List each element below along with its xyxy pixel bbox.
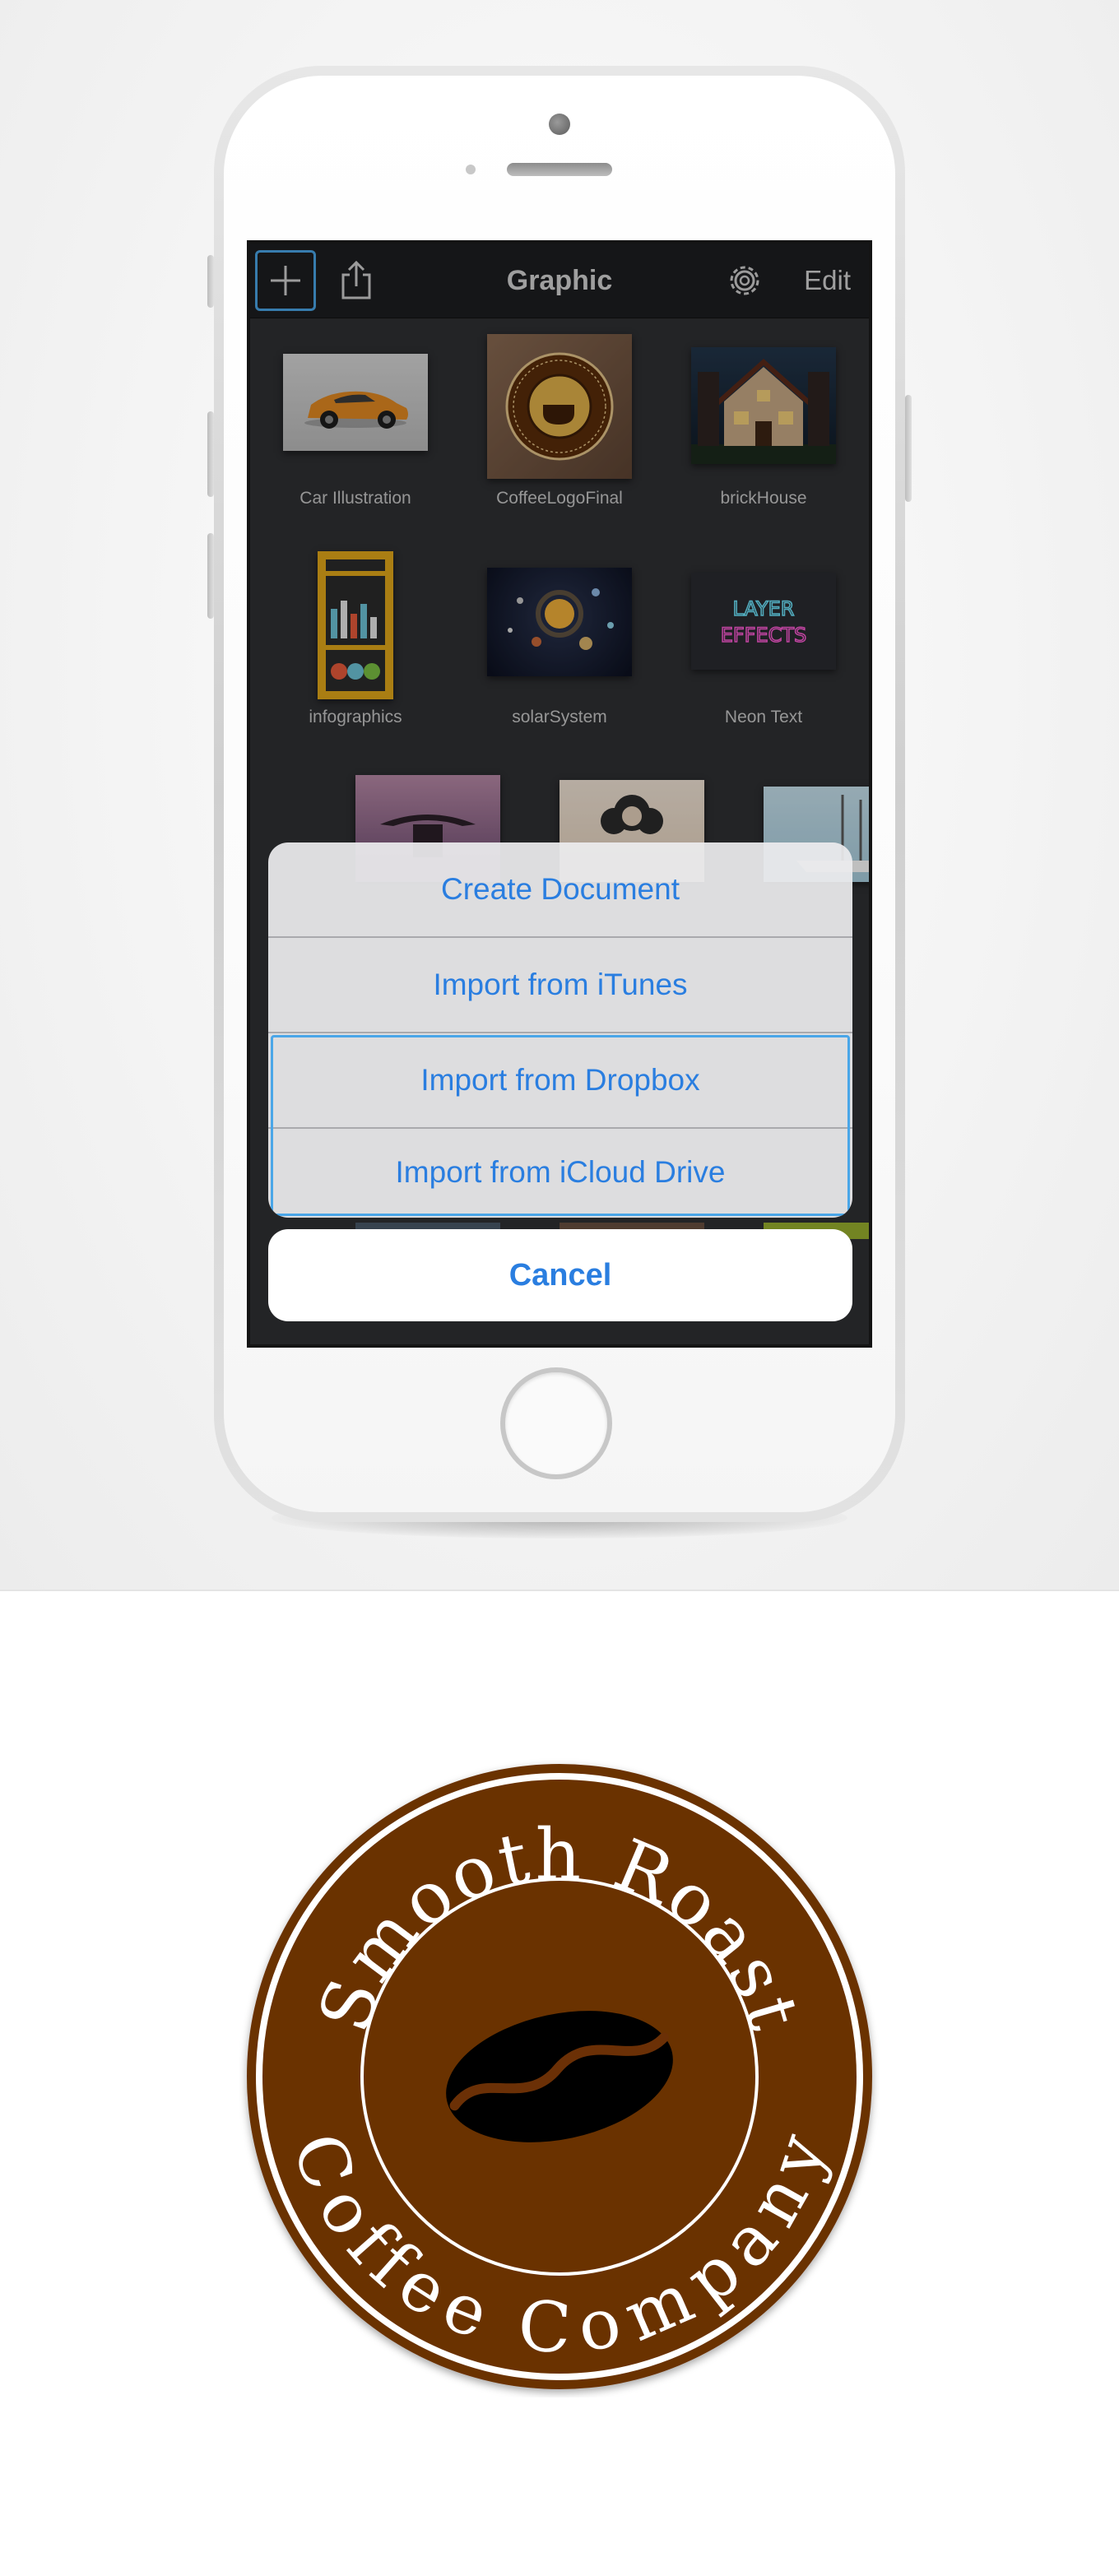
logo-showcase: Smooth Roast Coffee Company [0, 1590, 1119, 2576]
action-sheet: Create Document Import from iTunes Impor… [268, 842, 852, 1218]
create-document-option[interactable]: Create Document [268, 842, 852, 936]
volume-down-button [207, 533, 214, 619]
app-screen: Graphic Edit Car Illustration CoffeeLogo… [250, 244, 869, 1344]
earpiece-speaker [507, 163, 612, 176]
proximity-sensor [466, 165, 476, 174]
selection-highlight [271, 1035, 850, 1216]
front-camera [549, 114, 570, 135]
app-promo-section: Graphic Edit Car Illustration CoffeeLogo… [0, 0, 1119, 1590]
import-itunes-option[interactable]: Import from iTunes [268, 938, 852, 1032]
phone-screen: Graphic Edit Car Illustration CoffeeLogo… [247, 240, 872, 1348]
mute-switch [207, 255, 214, 308]
cancel-button[interactable]: Cancel [268, 1229, 852, 1321]
smooth-roast-logo: Smooth Roast Coffee Company [247, 1764, 872, 2389]
power-button [905, 395, 912, 502]
home-button[interactable] [500, 1367, 612, 1479]
volume-up-button [207, 411, 214, 497]
